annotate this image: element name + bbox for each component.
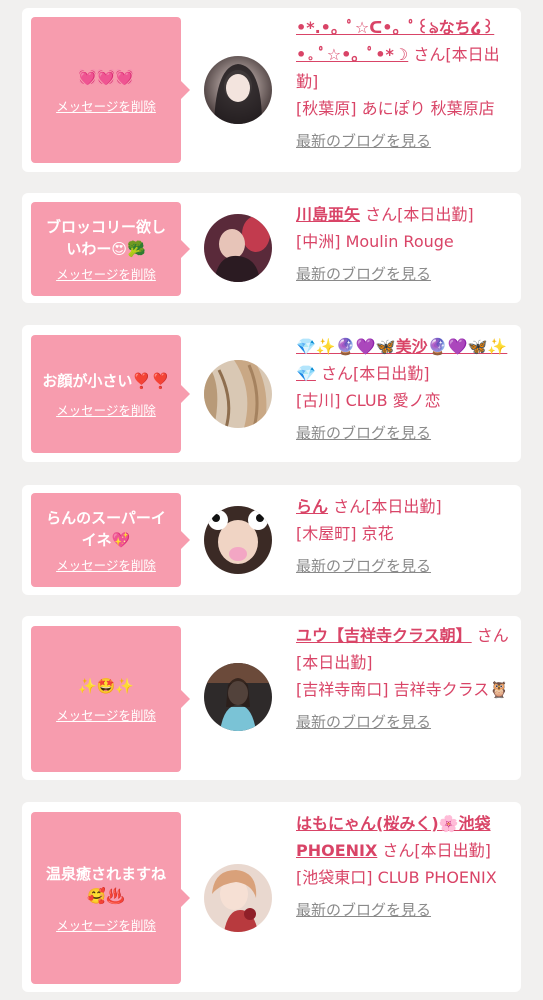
- message-text: 💓💓💓: [77, 67, 135, 86]
- message-bubble: らんのスーパーイイネ💖 メッセージを削除: [31, 493, 190, 587]
- latest-blog-link[interactable]: 最新のブログを見る: [296, 261, 510, 288]
- cast-info: はもにゃん(桜みく)🌸池袋PHOENIX さん[本日出勤] [池袋東口] CLU…: [296, 810, 510, 924]
- shop-location: [池袋東口] CLUB PHOENIX: [296, 868, 497, 887]
- latest-blog-link[interactable]: 最新のブログを見る: [296, 897, 510, 924]
- latest-blog-link[interactable]: 最新のブログを見る: [296, 709, 510, 736]
- avatar[interactable]: [204, 214, 272, 282]
- delete-message-link[interactable]: メッセージを削除: [56, 555, 156, 574]
- list-item: お顔が小さい❣️❣️ メッセージを削除 💎✨🔮💜🦋美沙🔮💜🦋✨💎 さん[本日出勤…: [22, 325, 521, 462]
- avatar[interactable]: [204, 56, 272, 124]
- shop-location: [古川] CLUB 愛ノ恋: [296, 391, 441, 410]
- delete-message-link[interactable]: メッセージを削除: [56, 400, 156, 419]
- message-bubble: 温泉癒されますね🥰♨️ メッセージを削除: [31, 812, 190, 984]
- message-bubble: ブロッコリー欲しいわー😍🥦 メッセージを削除: [31, 202, 190, 296]
- message-text: ブロッコリー欲しいわー😍🥦: [45, 217, 166, 258]
- cast-info: ユウ【吉祥寺クラス朝】 さん[本日出勤] [吉祥寺南口] 吉祥寺クラス🦉 最新の…: [296, 622, 510, 736]
- delete-message-link[interactable]: メッセージを削除: [56, 915, 156, 934]
- cast-info: 川島亜矢 さん[本日出勤] [中洲] Moulin Rouge 最新のブログを見…: [296, 201, 510, 288]
- message-bubble: 💓💓💓 メッセージを削除: [31, 17, 190, 163]
- list-item: ✨🤩✨ メッセージを削除 ユウ【吉祥寺クラス朝】 さん[本日出勤] [吉祥寺南口…: [22, 616, 521, 780]
- avatar[interactable]: [204, 864, 272, 932]
- list-item: ブロッコリー欲しいわー😍🥦 メッセージを削除 川島亜矢 さん[本日出勤] [中洲…: [22, 193, 521, 303]
- shop-location: [秋葉原] あにぽり 秋葉原店: [296, 99, 495, 118]
- avatar[interactable]: [204, 360, 272, 428]
- avatar[interactable]: [204, 663, 272, 731]
- shop-location: [木屋町] 京花: [296, 524, 394, 543]
- attendance-status: さん[本日出勤]: [333, 497, 442, 516]
- avatar[interactable]: [204, 506, 272, 574]
- message-text: らんのスーパーイイネ💖: [46, 508, 166, 549]
- latest-blog-link[interactable]: 最新のブログを見る: [296, 420, 510, 447]
- list-item: らんのスーパーイイネ💖 メッセージを削除 らん さん[本日出勤] [木屋町] 京…: [22, 485, 521, 595]
- delete-message-link[interactable]: メッセージを削除: [56, 264, 156, 283]
- attendance-status: さん[本日出勤]: [321, 364, 430, 383]
- message-bubble: ✨🤩✨ メッセージを削除: [31, 626, 190, 772]
- cast-info: 💎✨🔮💜🦋美沙🔮💜🦋✨💎 さん[本日出勤] [古川] CLUB 愛ノ恋 最新のブ…: [296, 333, 510, 447]
- cast-name[interactable]: らん: [296, 497, 328, 516]
- message-text: 温泉癒されますね🥰♨️: [45, 864, 166, 905]
- list-item: 💓💓💓 メッセージを削除 •*.•。ﾟ☆ᑕ•。ﾟ꒰ঌなち໒꒱•。ﾟ☆•。ﾟ•*☽…: [22, 8, 521, 172]
- message-text: ✨🤩✨: [77, 676, 135, 695]
- attendance-status: さん[本日出勤]: [365, 205, 474, 224]
- message-list: 💓💓💓 メッセージを削除 •*.•。ﾟ☆ᑕ•。ﾟ꒰ঌなち໒꒱•。ﾟ☆•。ﾟ•*☽…: [0, 0, 543, 1000]
- cast-name[interactable]: 川島亜矢: [296, 205, 360, 224]
- attendance-status: さん[本日出勤]: [382, 841, 491, 860]
- list-item: 温泉癒されますね🥰♨️ メッセージを削除 はもにゃん(桜みく)🌸池袋PHOENI…: [22, 802, 521, 992]
- message-text: お顔が小さい❣️❣️: [42, 371, 170, 390]
- cast-info: らん さん[本日出勤] [木屋町] 京花 最新のブログを見る: [296, 493, 510, 580]
- latest-blog-link[interactable]: 最新のブログを見る: [296, 128, 510, 155]
- shop-location: [吉祥寺南口] 吉祥寺クラス🦉: [296, 680, 510, 699]
- delete-message-link[interactable]: メッセージを削除: [56, 96, 156, 115]
- cast-info: •*.•。ﾟ☆ᑕ•。ﾟ꒰ঌなち໒꒱•。ﾟ☆•。ﾟ•*☽ さん[本日出勤] [秋葉…: [296, 14, 510, 155]
- latest-blog-link[interactable]: 最新のブログを見る: [296, 553, 510, 580]
- shop-location: [中洲] Moulin Rouge: [296, 232, 454, 251]
- message-bubble: お顔が小さい❣️❣️ メッセージを削除: [31, 335, 190, 453]
- cast-name[interactable]: ユウ【吉祥寺クラス朝】: [296, 626, 472, 645]
- delete-message-link[interactable]: メッセージを削除: [56, 705, 156, 724]
